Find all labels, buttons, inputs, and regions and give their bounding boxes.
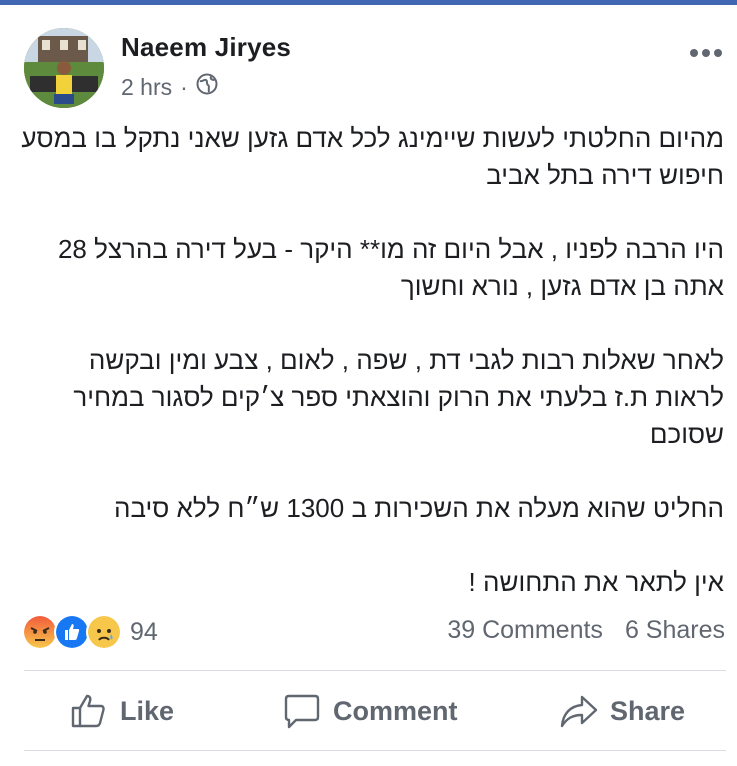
post-meta: 2 hrs ·	[121, 73, 218, 101]
reaction-count: 94	[130, 617, 158, 646]
post-text: מהיום החלטתי לעשות שיימינג לכל אדם גזען …	[20, 120, 724, 601]
post-line: אתה בן אדם גזען , נורא וחשוך	[400, 271, 724, 301]
post-line: החליט שהוא מעלה את השכירות ב 1300 ש״ח לל…	[114, 493, 724, 523]
like-reaction-icon	[54, 614, 90, 650]
comments-count-link[interactable]: 39 Comments	[447, 616, 603, 645]
divider	[24, 670, 726, 671]
top-accent-bar	[0, 0, 737, 5]
share-button[interactable]: Share	[560, 672, 685, 750]
comment-label: Comment	[333, 695, 458, 726]
post-stats: 39 Comments 6 Shares	[447, 616, 725, 645]
more-options-icon[interactable]	[690, 44, 726, 62]
reactions-summary[interactable]: 94	[22, 614, 158, 650]
more-dot	[690, 49, 698, 57]
author-name[interactable]: Naeem Jiryes	[121, 32, 291, 63]
meta-separator: ·	[180, 73, 188, 100]
more-dot	[702, 49, 710, 57]
post-line: חיפוש דירה בתל אביב	[486, 160, 724, 190]
post-time[interactable]: 2 hrs	[121, 74, 172, 101]
action-bar: Like Comment Share	[0, 672, 737, 750]
post-line: לראות ת.ז בלעתי את הרוק והוצאתי ספר צ׳קי…	[73, 382, 724, 412]
post-line: אין לתאר את התחושה !	[468, 567, 724, 597]
like-label: Like	[120, 695, 175, 726]
post-line: לאחר שאלות רבות לגבי דת , שפה , לאום , צ…	[88, 345, 724, 375]
post-line: היו הרבה לפניו , אבל היום זה מו** היקר -…	[57, 234, 724, 264]
globe-icon	[196, 73, 218, 101]
more-dot	[714, 49, 722, 57]
comment-button[interactable]: Comment	[283, 672, 458, 750]
like-button[interactable]: Like	[70, 672, 174, 750]
angry-reaction-icon	[22, 614, 58, 650]
thumbs-up-icon	[71, 694, 105, 728]
shares-count-link[interactable]: 6 Shares	[625, 616, 725, 645]
share-arrow-icon	[560, 695, 598, 728]
divider	[24, 750, 726, 751]
comment-icon	[284, 694, 320, 729]
share-label: Share	[610, 695, 686, 726]
post-line: שסוכם	[649, 419, 724, 449]
post-line: מהיום החלטתי לעשות שיימינג לכל אדם גזען …	[21, 123, 724, 153]
sad-reaction-icon	[86, 614, 122, 650]
avatar[interactable]	[24, 28, 104, 108]
